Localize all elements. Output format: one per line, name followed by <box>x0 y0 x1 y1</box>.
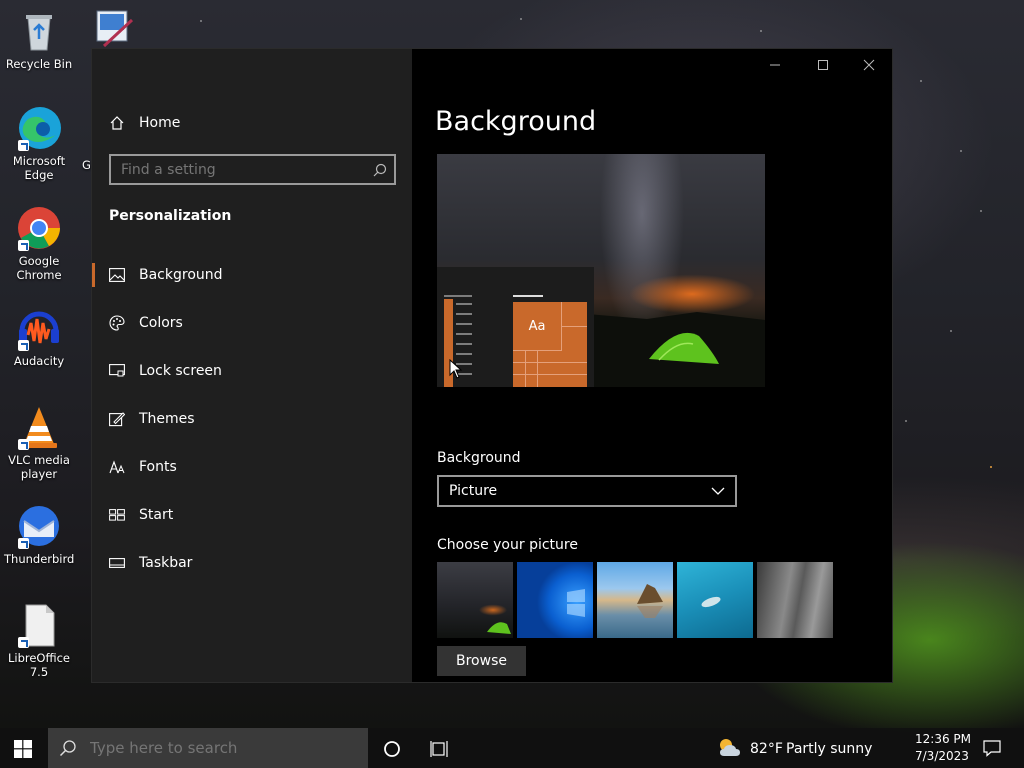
themes-icon <box>108 410 126 428</box>
notification-center-button[interactable] <box>983 739 1001 761</box>
task-view-icon <box>430 741 448 757</box>
section-title: Personalization <box>109 208 232 224</box>
picture-thumb-3[interactable] <box>597 562 673 638</box>
settings-window: Home Personalization Background Colors <box>92 49 892 682</box>
thunderbird-icon <box>16 503 62 549</box>
taskbar-search-box[interactable] <box>48 728 368 768</box>
weather-temperature[interactable]: 82°F <box>750 741 783 757</box>
shortcut-arrow-icon <box>18 140 29 151</box>
desktop-icon-thunderbird[interactable]: Thunderbird <box>4 503 74 566</box>
nav-colors[interactable]: Colors <box>108 306 183 340</box>
close-icon <box>863 59 875 71</box>
shortcut-arrow-icon <box>18 240 29 251</box>
nav-lock-screen-label: Lock screen <box>139 363 222 379</box>
fonts-icon <box>108 458 126 476</box>
vlc-cone-icon <box>16 404 62 450</box>
recycle-bin-icon <box>16 8 62 54</box>
find-setting-search[interactable] <box>109 154 396 185</box>
weather-condition[interactable]: Partly sunny <box>786 741 872 757</box>
desktop-icon-recycle-bin[interactable]: Recycle Bin <box>4 8 74 71</box>
background-dropdown[interactable]: Picture <box>437 475 737 507</box>
weather-partly-sunny-icon[interactable] <box>716 736 742 764</box>
close-button[interactable] <box>846 59 892 73</box>
minimize-icon <box>770 64 780 66</box>
palette-icon <box>108 314 126 332</box>
nav-home-label: Home <box>139 115 181 131</box>
nav-fonts[interactable]: Fonts <box>108 450 177 484</box>
minimize-button[interactable] <box>752 59 798 73</box>
taskbar-icon <box>108 554 126 572</box>
background-dropdown-value: Picture <box>449 483 498 499</box>
chrome-icon <box>16 205 62 251</box>
start-icon <box>108 506 126 524</box>
shortcut-arrow-icon <box>18 340 29 351</box>
edge-icon <box>16 105 62 151</box>
cortana-button[interactable] <box>383 740 401 762</box>
page-title: Background <box>435 106 597 137</box>
nav-home[interactable]: Home <box>108 106 180 140</box>
preview-tile-header <box>513 295 543 297</box>
mouse-cursor-icon <box>449 359 463 379</box>
desktop-icon-paint[interactable] <box>92 8 136 51</box>
nav-background[interactable]: Background <box>108 258 223 292</box>
start-button[interactable] <box>14 740 32 762</box>
cortana-circle-icon <box>384 741 400 757</box>
desktop-icon-audacity[interactable]: Audacity <box>4 305 74 368</box>
maximize-icon <box>818 60 828 70</box>
nav-start[interactable]: Start <box>108 498 173 532</box>
nav-lock-screen[interactable]: Lock screen <box>108 354 222 388</box>
shortcut-arrow-icon <box>18 439 29 450</box>
picture-thumb-1[interactable] <box>437 562 513 638</box>
windows-logo-icon <box>14 740 32 758</box>
nav-taskbar-label: Taskbar <box>139 555 193 571</box>
nav-background-label: Background <box>139 267 223 283</box>
picture-thumb-2[interactable] <box>517 562 593 638</box>
nav-taskbar[interactable]: Taskbar <box>108 546 192 580</box>
libreoffice-document-icon <box>16 602 62 648</box>
background-preview: Aa <box>437 154 765 387</box>
notification-icon <box>983 740 1001 757</box>
find-setting-input[interactable] <box>111 160 366 179</box>
audacity-icon <box>16 305 62 351</box>
nav-fonts-label: Fonts <box>139 459 177 475</box>
search-icon <box>366 163 394 177</box>
picture-thumb-4[interactable] <box>677 562 753 638</box>
search-icon <box>48 739 88 757</box>
taskbar: 82°F Partly sunny 12:36 PM 7/3/2023 <box>0 728 1024 768</box>
choose-picture-label: Choose your picture <box>437 537 578 553</box>
browse-button[interactable]: Browse <box>437 646 526 676</box>
shortcut-arrow-icon <box>18 637 29 648</box>
nav-themes[interactable]: Themes <box>108 402 195 436</box>
shortcut-arrow-icon <box>18 538 29 549</box>
picture-thumb-5[interactable] <box>757 562 833 638</box>
clock-date[interactable]: 7/3/2023 <box>915 749 969 763</box>
settings-content: Background Aa Background Picture Choose … <box>412 49 892 682</box>
nav-themes-label: Themes <box>139 411 195 427</box>
selected-indicator <box>92 263 95 287</box>
clock-time[interactable]: 12:36 PM <box>915 732 971 746</box>
desktop-icon-edge[interactable]: Microsoft Edge <box>4 105 74 182</box>
task-view-button[interactable] <box>430 740 450 762</box>
desktop-icon-libreoffice[interactable]: LibreOffice 7.5 <box>4 602 74 679</box>
nav-start-label: Start <box>139 507 174 523</box>
taskbar-search-input[interactable] <box>88 738 368 758</box>
background-label: Background <box>437 450 521 466</box>
picture-icon <box>108 266 126 284</box>
preview-tiles: Aa <box>513 302 587 387</box>
chevron-down-icon <box>711 483 725 499</box>
home-icon <box>108 114 126 132</box>
nav-colors-label: Colors <box>139 315 183 331</box>
settings-nav-pane: Home Personalization Background Colors <box>92 49 412 682</box>
paint-app-icon <box>94 8 134 48</box>
maximize-button[interactable] <box>800 59 846 73</box>
preview-tile-aa: Aa <box>513 302 562 351</box>
lock-screen-icon <box>108 362 126 380</box>
desktop-icon-chrome[interactable]: Google Chrome <box>4 205 74 282</box>
desktop-icon-vlc[interactable]: VLC media player <box>4 404 74 481</box>
